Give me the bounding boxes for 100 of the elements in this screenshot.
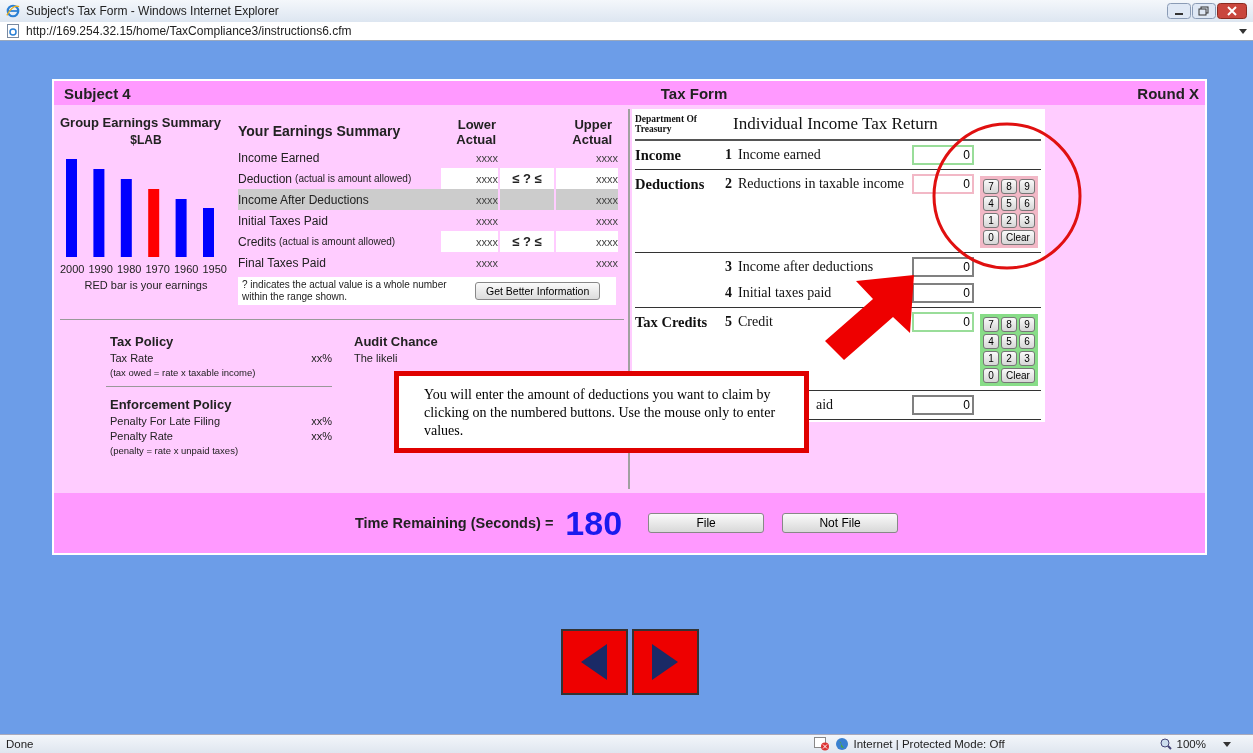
restore-icon[interactable] bbox=[1192, 3, 1216, 19]
keypad-key[interactable]: 1 bbox=[983, 213, 999, 228]
line-number: 1 bbox=[725, 147, 732, 162]
keypad-key[interactable]: 9 bbox=[1019, 179, 1035, 194]
keypad-key[interactable]: 6 bbox=[1019, 196, 1035, 211]
keypad-key[interactable]: 6 bbox=[1019, 334, 1035, 349]
lower-value: xxxx bbox=[441, 231, 498, 252]
row-label: Credits (actual is amount allowed) bbox=[238, 233, 397, 251]
row-label: Income After Deductions bbox=[238, 189, 443, 210]
audit-text: The likeli bbox=[354, 352, 399, 364]
keypad-key[interactable]: 3 bbox=[1019, 351, 1035, 366]
policy-note: (tax owed = rate x taxable income) bbox=[110, 367, 257, 378]
policy-label: Penalty For Late Filing bbox=[110, 415, 221, 427]
amount-field[interactable]: 0 bbox=[912, 257, 974, 277]
policy-value: xx% bbox=[311, 430, 332, 442]
keypad-key[interactable]: 8 bbox=[1001, 179, 1017, 194]
year-label: 1970 bbox=[145, 263, 170, 275]
line-number: 4 bbox=[725, 285, 732, 300]
caret-icon[interactable] bbox=[1223, 741, 1231, 747]
amount-field[interactable]: 0 bbox=[912, 145, 974, 165]
range-sign: ≤ ? ≤ bbox=[500, 168, 554, 189]
form-title: Tax Form bbox=[660, 84, 728, 102]
amount-field[interactable]: 0 bbox=[912, 395, 974, 415]
amount-field[interactable]: 0 bbox=[912, 174, 974, 194]
policy-value: xx% bbox=[311, 415, 332, 427]
lower-value: xxxx bbox=[475, 150, 498, 166]
form-heading: Individual Income Tax Return bbox=[733, 114, 938, 134]
year-label: 1980 bbox=[116, 263, 142, 275]
keypad-key[interactable]: 5 bbox=[1001, 196, 1017, 211]
upper-value: xxxx bbox=[556, 168, 618, 189]
policy-label: Tax Rate bbox=[110, 352, 154, 364]
row-label: Deduction (actual is amount allowed) bbox=[238, 170, 413, 188]
unit-label: $LAB bbox=[129, 133, 163, 147]
zone-text: Internet | Protected Mode: Off bbox=[853, 738, 1005, 750]
chart-caption: RED bar is your earnings bbox=[83, 279, 209, 291]
year-label: 1950 bbox=[202, 263, 227, 275]
keypad-key[interactable]: 5 bbox=[1001, 334, 1017, 349]
keypad-key[interactable]: Clear bbox=[1001, 230, 1035, 245]
year-label: 1990 bbox=[88, 263, 113, 275]
lower-value: xxxx bbox=[441, 189, 498, 210]
line-label: Reductions in taxable income bbox=[738, 176, 904, 191]
line-number: 3 bbox=[725, 259, 732, 274]
upper-value: xxxx bbox=[556, 189, 618, 210]
keypad-key[interactable]: 0 bbox=[983, 230, 999, 245]
instruction-text: You will enter the amount of deductions you want to claim by clicking on the numbered buttons. Use the mouse only to enter values. bbox=[424, 386, 777, 440]
get-better-information-button[interactable]: Get Better Information bbox=[475, 282, 601, 300]
keypad-key[interactable]: 4 bbox=[983, 334, 999, 349]
line-label: Income earned bbox=[738, 147, 821, 162]
keypad-key[interactable]: Clear bbox=[1001, 368, 1035, 383]
zoom-level[interactable]: 100% bbox=[1176, 738, 1206, 750]
keypad-key[interactable]: 2 bbox=[1001, 213, 1017, 228]
minimize-icon[interactable] bbox=[1167, 3, 1191, 19]
keypad-key[interactable]: 1 bbox=[983, 351, 999, 366]
line-label: Initial taxes paid bbox=[738, 285, 832, 300]
caret-icon[interactable] bbox=[1239, 28, 1247, 34]
previous-button[interactable] bbox=[560, 629, 628, 695]
amount-field[interactable]: 0 bbox=[912, 312, 974, 332]
browser-logo-icon bbox=[6, 4, 20, 18]
line-number: 2 bbox=[725, 176, 732, 191]
keypad-key[interactable]: 8 bbox=[1001, 317, 1017, 332]
address-url[interactable]: http://169.254.32.15/home/TaxCompliance3/instructions6.cfm bbox=[26, 24, 352, 38]
section-label: Deductions bbox=[635, 175, 705, 192]
keypad-key[interactable]: 0 bbox=[983, 368, 999, 383]
blocked-icon bbox=[813, 737, 830, 751]
year-label: 2000 bbox=[60, 263, 85, 275]
window-title: Subject's Tax Form - Windows Internet Explorer bbox=[26, 4, 279, 18]
column-header: Lower Actual bbox=[455, 117, 496, 147]
close-icon[interactable] bbox=[1217, 3, 1247, 19]
keypad-key[interactable]: 9 bbox=[1019, 317, 1035, 332]
year-label: 1960 bbox=[173, 263, 199, 275]
lower-value: xxxx bbox=[475, 213, 498, 229]
line-label: Credit bbox=[738, 314, 773, 329]
status-text: Done bbox=[6, 738, 34, 750]
highlight-cell bbox=[500, 189, 554, 210]
next-button[interactable] bbox=[631, 629, 699, 695]
department-label: Department Of Treasury bbox=[635, 114, 698, 134]
keypad-key[interactable]: 3 bbox=[1019, 213, 1035, 228]
amount-field[interactable]: 0 bbox=[912, 283, 974, 303]
action-button[interactable]: File bbox=[648, 513, 765, 533]
line-number: 5 bbox=[725, 314, 732, 329]
globe-icon bbox=[834, 737, 849, 751]
zoom-icon[interactable] bbox=[1159, 738, 1172, 750]
upper-value: xxxx bbox=[595, 255, 618, 271]
your-earnings-title: Your Earnings Summary bbox=[238, 123, 402, 139]
range-sign: ≤ ? ≤ bbox=[500, 231, 554, 252]
timer-value: 180 bbox=[565, 503, 623, 543]
keypad-key[interactable]: 4 bbox=[983, 196, 999, 211]
upper-value: xxxx bbox=[595, 150, 618, 166]
keypad-key[interactable]: 2 bbox=[1001, 351, 1017, 366]
timer-label: Time Remaining (Seconds) = bbox=[355, 515, 554, 531]
line-label: aid bbox=[816, 397, 834, 412]
section-label: Tax Credits bbox=[635, 313, 708, 330]
line-label: Income after deductions bbox=[738, 259, 874, 274]
keypad-key[interactable]: 7 bbox=[983, 317, 999, 332]
action-button[interactable]: Not File bbox=[782, 513, 899, 533]
keypad-key[interactable]: 7 bbox=[983, 179, 999, 194]
group-earnings-title: Group Earnings Summary bbox=[60, 115, 223, 130]
right-triangle-icon bbox=[650, 642, 680, 682]
lower-value: xxxx bbox=[441, 168, 498, 189]
upper-value: xxxx bbox=[556, 231, 618, 252]
